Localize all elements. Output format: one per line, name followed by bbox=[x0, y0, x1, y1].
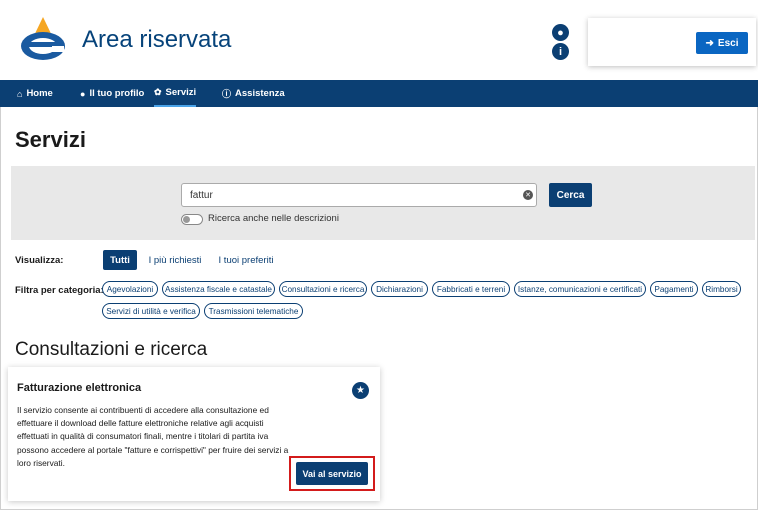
header: Area riservata ● i ➜ Esci bbox=[0, 0, 758, 80]
nav-label: Home bbox=[26, 88, 53, 99]
nav-item-services[interactable]: ✿ Servizi bbox=[154, 80, 197, 107]
nav-item-profile[interactable]: ● Il tuo profilo bbox=[80, 80, 144, 107]
agenzia-entrate-logo[interactable] bbox=[18, 16, 68, 64]
card-description: Il servizio consente ai contribuenti di … bbox=[17, 405, 289, 468]
category-chip[interactable]: Consultazioni e ricerca bbox=[279, 281, 367, 297]
nav-item-assistance[interactable]: ⓘ Assistenza bbox=[222, 80, 285, 107]
info-icon[interactable]: i bbox=[552, 43, 569, 60]
category-chip[interactable]: Pagamenti bbox=[650, 281, 698, 297]
main-nav: ⌂ Home ● Il tuo profilo ✿ Servizi ⓘ Assi… bbox=[0, 80, 758, 107]
nav-label: Servizi bbox=[165, 87, 197, 98]
search-descriptions-toggle[interactable] bbox=[181, 214, 203, 225]
nav-label: Il tuo profilo bbox=[89, 88, 145, 99]
category-chip[interactable]: Agevolazioni bbox=[102, 281, 158, 297]
category-chip[interactable]: Istanze, comunicazioni e certificati bbox=[514, 281, 646, 297]
view-label: Visualizza: bbox=[15, 255, 64, 266]
category-chip[interactable]: Assistenza fiscale e catastale bbox=[162, 281, 275, 297]
search-panel: ✕ Cerca Ricerca anche nelle descrizioni bbox=[11, 166, 755, 240]
toggle-label: Ricerca anche nelle descrizioni bbox=[208, 213, 339, 224]
app-title: Area riservata bbox=[82, 26, 232, 53]
card-title: Fatturazione elettronica bbox=[17, 382, 142, 394]
user-box: ➜ Esci bbox=[588, 18, 756, 66]
services-icon: ✿ bbox=[154, 87, 162, 97]
category-chip[interactable]: Fabbricati e terreni bbox=[432, 281, 510, 297]
nav-label: Assistenza bbox=[235, 88, 285, 99]
nav-item-home[interactable]: ⌂ Home bbox=[17, 80, 53, 107]
search-button[interactable]: Cerca bbox=[549, 183, 592, 207]
category-chip[interactable]: Rimborsi bbox=[702, 281, 741, 297]
category-chip[interactable]: Servizi di utilità e verifica bbox=[102, 303, 200, 319]
service-card: Fatturazione elettronica ★ Il servizio c… bbox=[8, 367, 380, 501]
page-title: Servizi bbox=[15, 127, 86, 152]
favorite-star-icon[interactable]: ★ bbox=[352, 382, 369, 399]
user-icon: ● bbox=[80, 88, 86, 99]
home-icon: ⌂ bbox=[17, 88, 23, 99]
info-icon: ⓘ bbox=[222, 89, 232, 99]
notifications-icon[interactable]: ● bbox=[552, 24, 569, 41]
tab-all[interactable]: Tutti bbox=[103, 250, 137, 270]
search-input[interactable] bbox=[181, 183, 537, 207]
logout-icon: ➜ bbox=[705, 37, 714, 49]
logout-label: Esci bbox=[717, 37, 739, 49]
filter-label: Filtra per categoria: bbox=[15, 285, 104, 296]
highlight-box: Vai al servizio bbox=[289, 456, 375, 491]
tab-favorites[interactable]: I tuoi preferiti bbox=[213, 250, 279, 270]
category-chip[interactable]: Dichiarazioni bbox=[371, 281, 428, 297]
tab-most-requested[interactable]: I più richiesti bbox=[144, 250, 206, 270]
section-title: Consultazioni e ricerca bbox=[15, 339, 208, 360]
go-to-service-button[interactable]: Vai al servizio bbox=[296, 462, 368, 485]
category-chip[interactable]: Trasmissioni telematiche bbox=[204, 303, 303, 319]
logout-button[interactable]: ➜ Esci bbox=[696, 32, 748, 54]
clear-search-icon[interactable]: ✕ bbox=[523, 190, 533, 200]
